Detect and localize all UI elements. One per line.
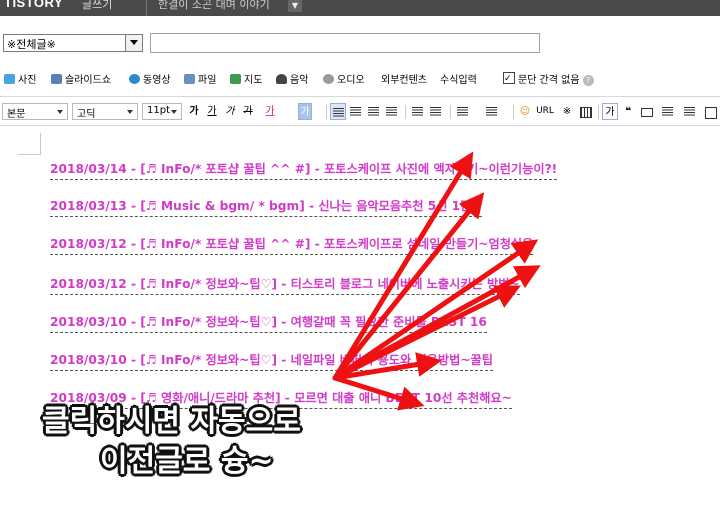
annotation-caption-line2: 이전글로 슝~	[100, 444, 274, 479]
red-arrow	[332, 192, 485, 381]
annotation-caption-line1: 클릭하시면 자동으로	[42, 404, 301, 439]
red-arrow	[332, 375, 425, 411]
red-arrow	[332, 239, 539, 381]
